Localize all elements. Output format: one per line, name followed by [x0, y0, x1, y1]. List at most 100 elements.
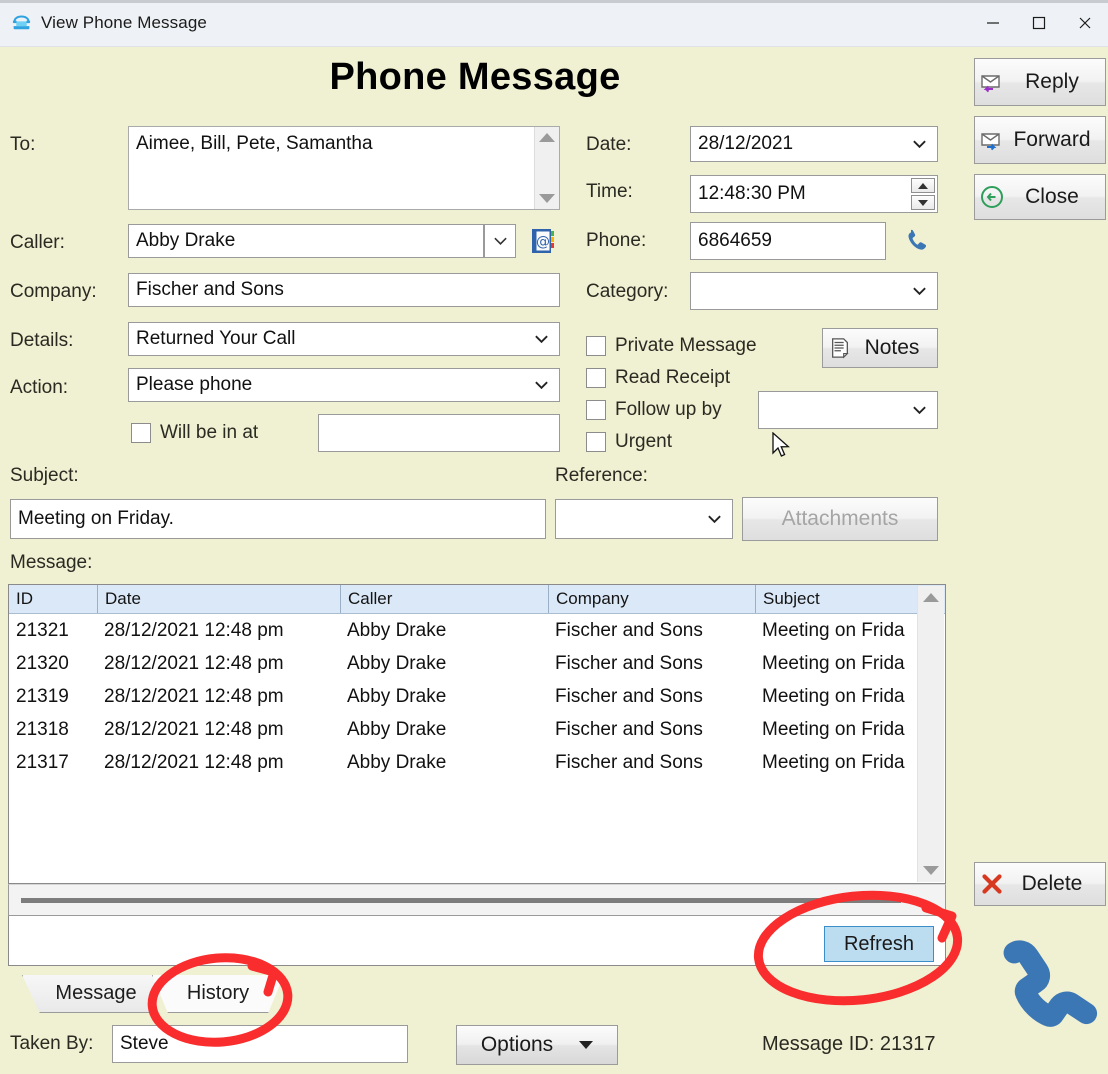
- will-be-in-at-checkbox-row[interactable]: Will be in at: [131, 422, 258, 444]
- large-phone-icon: [988, 938, 1100, 1058]
- to-scrollbar[interactable]: [534, 127, 559, 209]
- horizontal-scroll-thumb[interactable]: [21, 897, 901, 903]
- scroll-down-icon[interactable]: [923, 866, 939, 875]
- subject-value: Meeting on Friday.: [18, 508, 174, 529]
- follow-up-by-checkbox-row[interactable]: Follow up by: [586, 399, 722, 421]
- reply-button[interactable]: Reply: [974, 58, 1106, 106]
- follow-up-by-label: Follow up by: [615, 399, 722, 420]
- time-value: 12:48:30 PM: [698, 183, 806, 204]
- table-cell-company: Fischer and Sons: [555, 718, 703, 740]
- tab-message-label: Message: [55, 982, 137, 1004]
- taken-by-field[interactable]: Steve: [112, 1025, 408, 1063]
- table-row[interactable]: 21320 28/12/2021 12:48 pm Abby Drake Fische…: [9, 647, 945, 680]
- scroll-up-icon[interactable]: [539, 133, 555, 142]
- table-cell-date: 28/12/2021 12:48 pm: [104, 718, 284, 740]
- company-field[interactable]: Fischer and Sons: [128, 273, 560, 307]
- read-receipt-checkbox[interactable]: [586, 368, 606, 388]
- subject-field[interactable]: Meeting on Friday.: [10, 499, 546, 539]
- table-cell-date: 28/12/2021 12:48 pm: [104, 685, 284, 707]
- caret-down-icon: [579, 1041, 594, 1049]
- caller-value: Abby Drake: [136, 230, 236, 251]
- close-icon[interactable]: [1062, 0, 1108, 46]
- maximize-icon[interactable]: [1016, 0, 1062, 46]
- refresh-button[interactable]: Refresh: [824, 926, 934, 962]
- history-vertical-scrollbar[interactable]: [917, 586, 944, 882]
- caller-label: Caller:: [10, 232, 65, 253]
- private-message-checkbox-row[interactable]: Private Message: [586, 335, 757, 357]
- delete-label: Delete: [1021, 872, 1083, 895]
- private-message-checkbox[interactable]: [586, 336, 606, 356]
- read-receipt-label: Read Receipt: [615, 367, 731, 388]
- column-header-caller[interactable]: Caller: [340, 585, 548, 613]
- phone-label: Phone:: [586, 230, 647, 251]
- will-be-in-at-label: Will be in at: [160, 422, 259, 443]
- table-row[interactable]: 21317 28/12/2021 12:48 pm Abby Drake Fische…: [9, 746, 945, 779]
- table-row[interactable]: 21319 28/12/2021 12:48 pm Abby Drake Fische…: [9, 680, 945, 713]
- time-stepper[interactable]: [910, 177, 936, 211]
- dial-phone-icon[interactable]: [902, 226, 932, 256]
- column-header-id[interactable]: ID: [9, 585, 97, 613]
- table-cell-caller: Abby Drake: [347, 652, 447, 674]
- window-title: View Phone Message: [41, 13, 207, 32]
- column-header-date[interactable]: Date: [97, 585, 340, 613]
- history-grid-header: ID Date Caller Company Subject: [9, 585, 945, 614]
- chevron-down-icon: [908, 405, 930, 415]
- time-stepper-up[interactable]: [911, 178, 935, 193]
- tab-history[interactable]: History: [152, 975, 284, 1013]
- reply-icon: [975, 70, 1009, 94]
- details-label: Details:: [10, 330, 74, 351]
- address-book-icon[interactable]: @: [528, 226, 558, 256]
- date-dropdown[interactable]: 28/12/2021: [690, 126, 938, 162]
- table-row[interactable]: 21321 28/12/2021 12:48 pm Abby Drake Fische…: [9, 614, 945, 647]
- chevron-down-icon: [489, 236, 511, 246]
- close-label: Close: [1025, 185, 1079, 208]
- reference-dropdown[interactable]: [555, 499, 733, 539]
- will-be-in-at-field[interactable]: [318, 414, 560, 452]
- details-dropdown[interactable]: Returned Your Call: [128, 322, 560, 356]
- options-button[interactable]: Options: [456, 1025, 618, 1065]
- minimize-icon[interactable]: [970, 0, 1016, 46]
- options-label: Options: [480, 1033, 554, 1056]
- chevron-down-icon: [530, 334, 552, 344]
- action-dropdown[interactable]: Please phone: [128, 368, 560, 402]
- column-header-company[interactable]: Company: [548, 585, 755, 613]
- scroll-up-icon[interactable]: [923, 593, 939, 602]
- table-cell-date: 28/12/2021 12:48 pm: [104, 751, 284, 773]
- follow-up-by-dropdown[interactable]: [758, 391, 938, 429]
- caret-up-icon: [918, 182, 928, 189]
- table-row[interactable]: 21318 28/12/2021 12:48 pm Abby Drake Fische…: [9, 713, 945, 746]
- category-dropdown[interactable]: [690, 272, 938, 310]
- table-cell-company: Fischer and Sons: [555, 751, 703, 773]
- caller-dropdown-button[interactable]: [484, 224, 516, 258]
- scroll-down-icon[interactable]: [539, 194, 555, 203]
- taken-by-value: Steve: [120, 1033, 169, 1054]
- forward-button[interactable]: Forward: [974, 116, 1106, 164]
- urgent-label: Urgent: [615, 431, 673, 452]
- time-stepper-down[interactable]: [911, 195, 935, 210]
- history-horizontal-scrollbar[interactable]: [8, 884, 946, 916]
- follow-up-by-checkbox[interactable]: [586, 400, 606, 420]
- page-title: Phone Message: [329, 56, 621, 98]
- close-button[interactable]: Close: [974, 174, 1106, 220]
- caller-field[interactable]: Abby Drake: [128, 224, 484, 258]
- details-value: Returned Your Call: [136, 328, 296, 349]
- date-label: Date:: [586, 134, 632, 155]
- view-phone-message-window: View Phone Message Phone Message To: Aim…: [0, 0, 1108, 1074]
- history-grid[interactable]: ID Date Caller Company Subject 21321 28/1…: [8, 584, 946, 884]
- phone-value: 6864659: [698, 230, 772, 251]
- phone-field[interactable]: 6864659: [690, 222, 886, 260]
- table-cell-company: Fischer and Sons: [555, 619, 703, 641]
- tab-message[interactable]: Message: [22, 975, 170, 1013]
- time-field[interactable]: 12:48:30 PM: [690, 175, 938, 213]
- urgent-checkbox[interactable]: [586, 432, 606, 452]
- action-value: Please phone: [136, 374, 253, 395]
- to-field[interactable]: Aimee, Bill, Pete, Samantha: [128, 126, 560, 210]
- will-be-in-at-checkbox[interactable]: [131, 423, 151, 443]
- notes-button[interactable]: Notes: [822, 328, 938, 368]
- read-receipt-checkbox-row[interactable]: Read Receipt: [586, 367, 730, 389]
- table-cell-id: 21318: [16, 718, 69, 740]
- chevron-down-icon: [530, 380, 552, 390]
- delete-button[interactable]: Delete: [974, 862, 1106, 906]
- urgent-checkbox-row[interactable]: Urgent: [586, 431, 672, 453]
- company-label: Company:: [10, 281, 97, 302]
